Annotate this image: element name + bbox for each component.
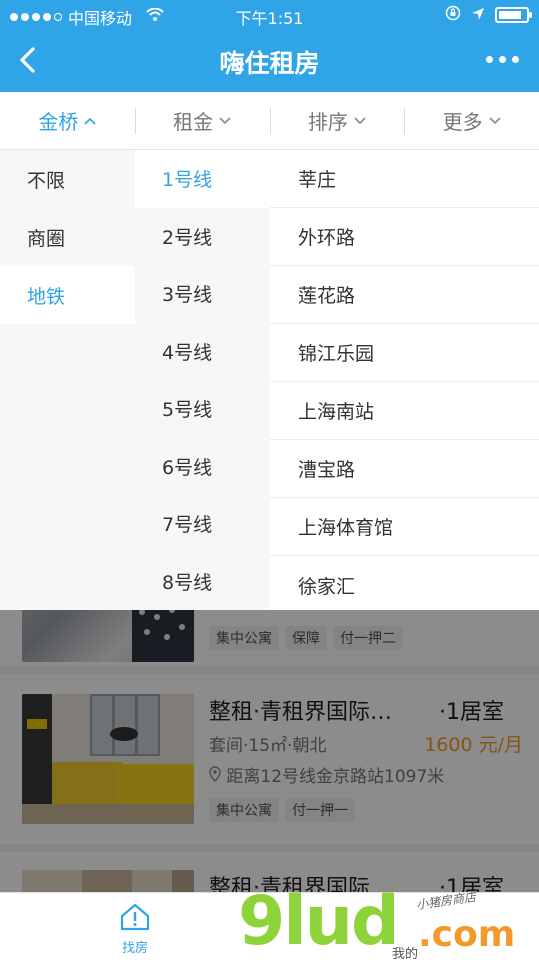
station-item[interactable]: 徐家汇	[270, 556, 539, 614]
metro-line-item[interactable]: 4号线	[135, 323, 270, 381]
status-bar: 中国移动 下午1:51	[0, 0, 539, 30]
metro-line-item[interactable]: 6号线	[135, 438, 270, 496]
filter-tabs: 金桥 租金 排序 更多	[0, 92, 539, 150]
location-arrow-icon	[471, 6, 485, 25]
more-options-icon[interactable]	[486, 56, 519, 63]
house-icon	[118, 901, 152, 933]
area-type-item[interactable]: 地铁	[0, 266, 135, 324]
station-item[interactable]: 莲花路	[270, 266, 539, 324]
watermark-logo: 9lud .com 小猪房商店	[238, 884, 538, 960]
area-type-item[interactable]: 不限	[0, 150, 135, 208]
battery-icon	[495, 7, 532, 23]
metro-line-list: 1号线 2号线 3号线 4号线 5号线 6号线 7号线 8号线	[135, 150, 270, 610]
metro-line-item[interactable]: 2号线	[135, 208, 270, 266]
tab-sort[interactable]: 排序	[269, 92, 405, 149]
metro-line-item[interactable]: 3号线	[135, 265, 270, 323]
tab-find-house[interactable]: 找房	[105, 901, 165, 956]
area-type-item[interactable]: 商圈	[0, 208, 135, 266]
chevron-up-icon	[84, 113, 96, 129]
tab-label: 租金	[173, 110, 214, 134]
nav-bar: 嗨住租房	[0, 30, 539, 92]
station-list: 莘庄 外环路 莲花路 锦江乐园 上海南站 漕宝路 上海体育馆 徐家汇	[270, 150, 539, 610]
top-bar: 中国移动 下午1:51 嗨住租房	[0, 0, 539, 92]
metro-line-item[interactable]: 7号线	[135, 495, 270, 553]
tab-rent[interactable]: 租金	[134, 92, 270, 149]
watermark-main: 9lud	[238, 882, 400, 960]
tab-more[interactable]: 更多	[404, 92, 539, 149]
area-type-list: 不限 商圈 地铁	[0, 150, 135, 610]
tab-label: 排序	[307, 110, 348, 134]
station-item[interactable]: 上海南站	[270, 382, 539, 440]
metro-line-item[interactable]: 5号线	[135, 380, 270, 438]
metro-line-item[interactable]: 8号线	[135, 553, 270, 611]
station-item[interactable]: 外环路	[270, 208, 539, 266]
station-item[interactable]: 锦江乐园	[270, 324, 539, 382]
chevron-down-icon	[489, 113, 501, 129]
metro-line-item[interactable]: 1号线	[135, 150, 270, 208]
station-item[interactable]: 漕宝路	[270, 440, 539, 498]
page-title: 嗨住租房	[219, 49, 320, 78]
chevron-down-icon	[354, 113, 366, 129]
tab-label: 更多	[442, 110, 483, 134]
station-item[interactable]: 莘庄	[270, 150, 539, 208]
tab-label: 金桥	[38, 110, 79, 134]
watermark-com: .com	[418, 914, 516, 955]
station-item[interactable]: 上海体育馆	[270, 498, 539, 556]
chevron-down-icon	[219, 113, 231, 129]
tab-area[interactable]: 金桥	[0, 92, 135, 149]
lock-rotation-icon	[445, 5, 461, 25]
dim-overlay[interactable]	[0, 610, 539, 892]
tab-find-label: 找房	[121, 941, 148, 956]
watermark-tagline: 小猪房商店	[415, 889, 477, 913]
